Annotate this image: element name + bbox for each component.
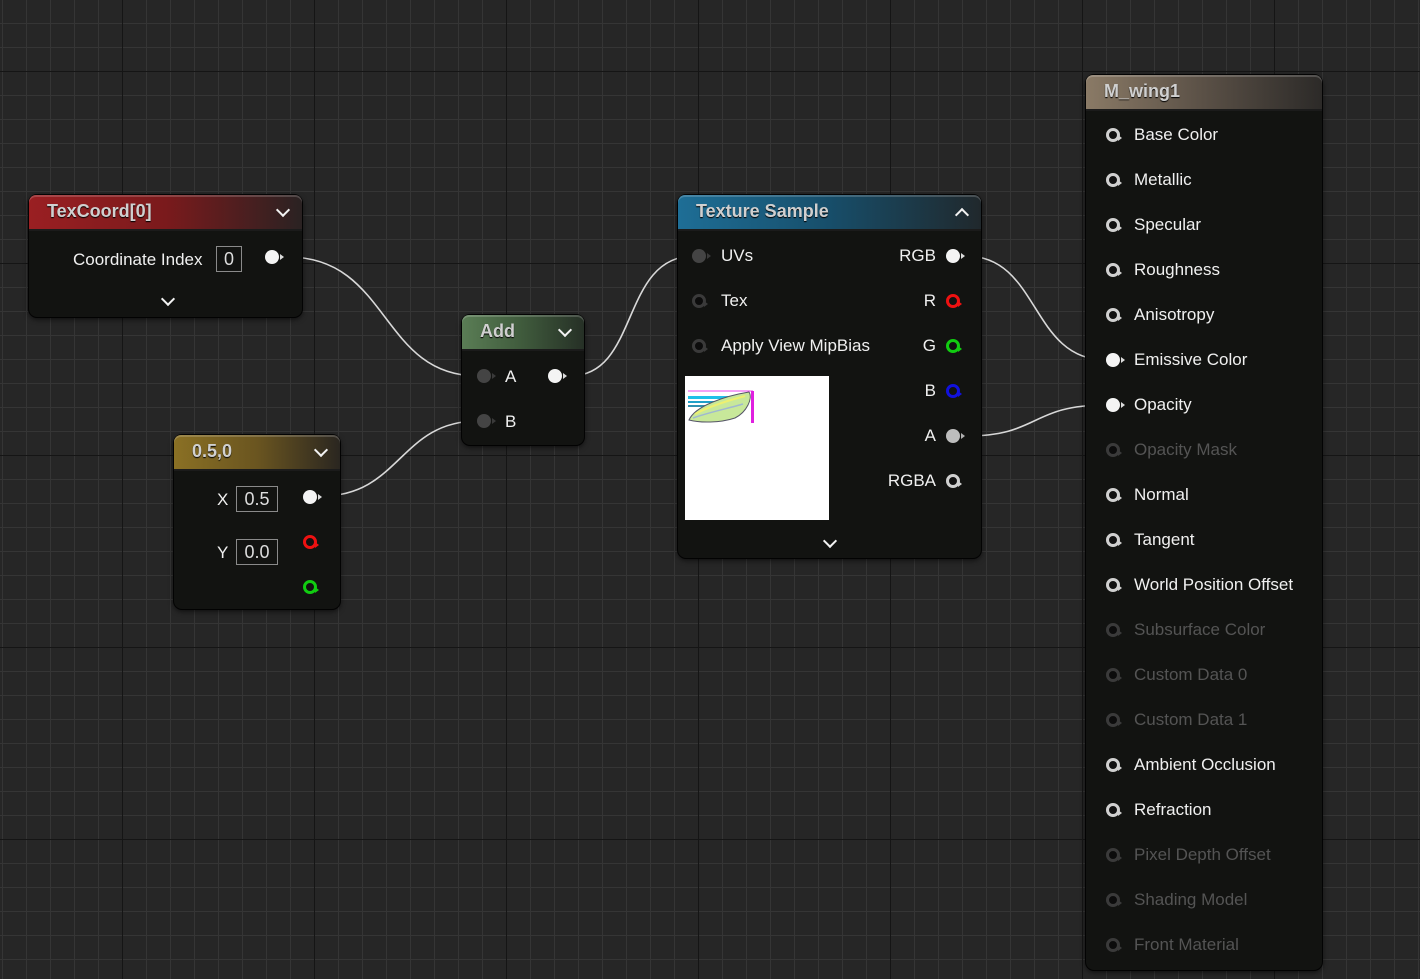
material-input-pin[interactable]	[1106, 218, 1122, 232]
g-output-pin[interactable]	[946, 339, 962, 353]
material-input-pin[interactable]	[1106, 398, 1125, 412]
add-input-b-label: B	[505, 412, 517, 431]
material-input-pin[interactable]	[1106, 848, 1122, 862]
add-node-header[interactable]: Add	[462, 315, 584, 351]
x-value-input[interactable]: 0.5	[236, 486, 278, 512]
material-input-pin[interactable]	[1106, 668, 1122, 682]
tex-input-pin[interactable]	[692, 294, 708, 308]
rgba-output-label: RGBA	[887, 471, 936, 490]
material-input-pin[interactable]	[1106, 938, 1122, 952]
r-output-pin[interactable]	[946, 294, 962, 308]
b-output-label: B	[924, 381, 936, 400]
add-input-a-label: A	[505, 367, 517, 386]
material-input-pin[interactable]	[1106, 803, 1122, 817]
material-input-label: Normal	[1134, 485, 1189, 504]
material-input-label: Front Material	[1134, 935, 1239, 954]
uvs-input-pin[interactable]	[692, 249, 711, 263]
uvs-input-label: UVs	[721, 246, 754, 265]
material-input-label: Pixel Depth Offset	[1134, 845, 1271, 864]
material-input-pin[interactable]	[1106, 713, 1122, 727]
texture-sample-node[interactable]: Texture Sample UVs Tex Apply View MipBia…	[678, 195, 981, 558]
texture-sample-node-title: Texture Sample	[696, 201, 829, 221]
texcoord-node-title: TexCoord[0]	[47, 201, 152, 221]
texture-preview-image	[685, 376, 829, 520]
texcoord-output-pin[interactable]	[265, 250, 284, 264]
material-input-label: Opacity Mask	[1134, 440, 1237, 459]
material-input-label: Opacity	[1134, 395, 1192, 414]
rgb-output-label: RGB	[899, 246, 936, 265]
rgba-output-pin[interactable]	[946, 474, 962, 488]
material-input-pin[interactable]	[1106, 623, 1122, 637]
expand-chevron-icon[interactable]	[160, 291, 176, 307]
add-node-title: Add	[480, 321, 515, 341]
material-input-pin[interactable]	[1106, 758, 1122, 772]
material-input-label: Anisotropy	[1134, 305, 1215, 324]
texture-sample-node-header[interactable]: Texture Sample	[678, 195, 981, 231]
y-value-input[interactable]: 0.0	[236, 539, 278, 565]
x-label: X	[217, 490, 229, 509]
add-output-pin[interactable]	[548, 369, 567, 383]
material-input-pin[interactable]	[1106, 173, 1122, 187]
r-output-label: R	[923, 291, 936, 310]
a-output-pin[interactable]	[946, 429, 965, 443]
add-node[interactable]: Add A B	[462, 315, 584, 445]
material-input-label: Ambient Occlusion	[1134, 755, 1276, 774]
material-input-pin[interactable]	[1106, 443, 1122, 457]
material-input-label: Roughness	[1134, 260, 1221, 279]
material-input-label: Refraction	[1134, 800, 1212, 819]
material-input-label: Metallic	[1134, 170, 1192, 189]
constant2-g-output-pin[interactable]	[303, 580, 319, 594]
rgb-output-pin[interactable]	[946, 249, 965, 263]
g-output-label: G	[922, 336, 936, 355]
material-input-pin[interactable]	[1106, 128, 1122, 142]
b-output-pin[interactable]	[946, 384, 962, 398]
coordinate-index-input[interactable]: 0	[216, 246, 242, 272]
material-input-label: Custom Data 1	[1134, 710, 1248, 729]
chevron-down-icon[interactable]	[275, 202, 291, 218]
material-input-pin[interactable]	[1106, 533, 1122, 547]
add-input-a-pin[interactable]	[477, 369, 496, 383]
texcoord-node-header[interactable]: TexCoord[0]	[29, 195, 302, 231]
material-input-label: Shading Model	[1134, 890, 1248, 909]
material-input-pin[interactable]	[1106, 308, 1122, 322]
material-input-label: Custom Data 0	[1134, 665, 1248, 684]
material-input-pin[interactable]	[1106, 578, 1122, 592]
constant2-node-title: 0.5,0	[192, 441, 233, 461]
material-input-pin[interactable]	[1106, 353, 1125, 367]
tex-input-label: Tex	[721, 291, 748, 310]
material-input-pin[interactable]	[1106, 263, 1122, 277]
material-input-label: Base Color	[1134, 125, 1219, 144]
material-input-label: Specular	[1134, 215, 1202, 234]
expand-chevron-icon[interactable]	[822, 533, 838, 549]
apply-view-mipbias-input-pin[interactable]	[692, 339, 708, 353]
constant2-output-pin[interactable]	[303, 490, 322, 504]
chevron-down-icon[interactable]	[557, 322, 573, 338]
material-result-node[interactable]: M_wing1 Base Color Metallic Specular Roughn…	[1086, 75, 1322, 970]
material-input-label: World Position Offset	[1134, 575, 1294, 594]
material-input-pin[interactable]	[1106, 488, 1122, 502]
y-label: Y	[217, 543, 229, 562]
constant2-node-header[interactable]: 0.5,0	[174, 435, 340, 471]
coordinate-index-label: Coordinate Index	[73, 250, 203, 269]
texcoord-node[interactable]: TexCoord[0] Coordinate Index 0	[29, 195, 302, 317]
material-input-pin[interactable]	[1106, 893, 1122, 907]
material-input-label: Emissive Color	[1134, 350, 1248, 369]
constant2-node[interactable]: 0.5,0 X 0.5 Y 0.0	[174, 435, 340, 609]
apply-view-mipbias-input-label: Apply View MipBias	[721, 336, 870, 355]
material-input-label: Subsurface Color	[1134, 620, 1266, 639]
constant2-r-output-pin[interactable]	[303, 535, 319, 549]
texture-thumbnail-icon	[688, 390, 754, 423]
chevron-down-icon[interactable]	[313, 442, 329, 458]
a-output-label: A	[924, 426, 936, 445]
material-node-header[interactable]: M_wing1	[1086, 75, 1322, 111]
material-input-label: Tangent	[1134, 530, 1195, 549]
collapse-chevron-up-icon[interactable]	[954, 207, 970, 223]
material-node-title: M_wing1	[1104, 81, 1181, 101]
add-input-b-pin[interactable]	[477, 414, 496, 428]
